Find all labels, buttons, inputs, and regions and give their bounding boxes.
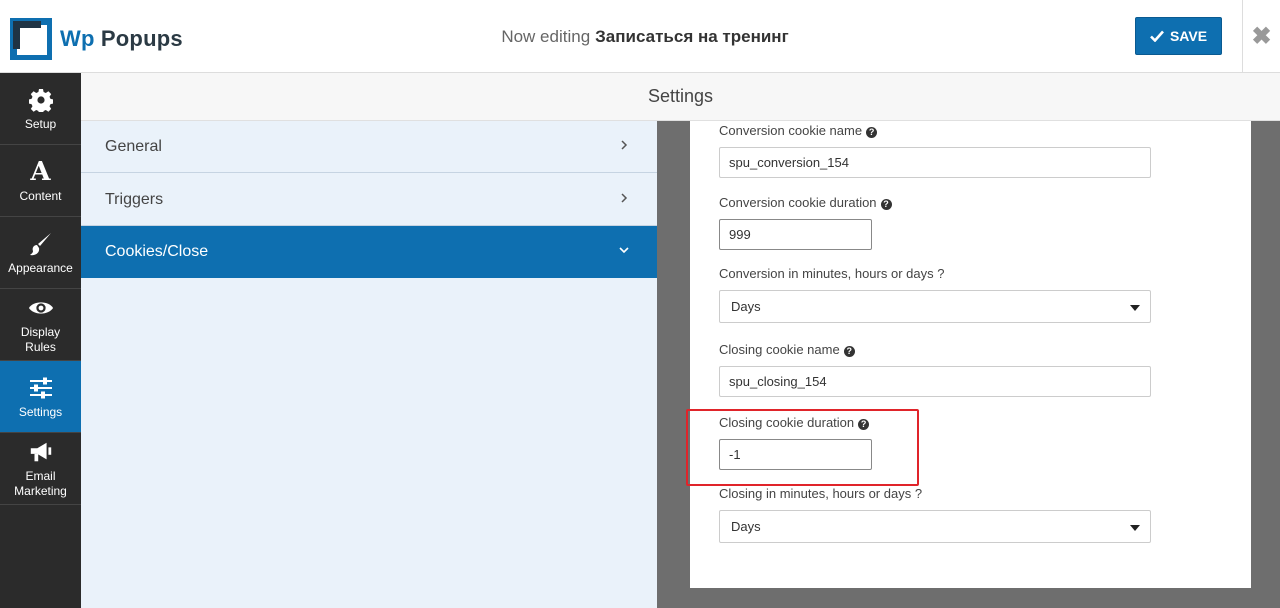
nav-label-settings: Settings <box>18 404 63 419</box>
closing-cookie-duration-label: Closing cookie duration? <box>719 415 870 430</box>
nav-label-display-rules: Display Rules <box>20 324 61 354</box>
closing-unit-value: Days <box>731 519 761 534</box>
conversion-unit-select[interactable]: Days <box>719 290 1151 323</box>
closing-cookie-name-input[interactable] <box>719 366 1151 397</box>
save-button-label: SAVE <box>1169 28 1208 44</box>
conversion-unit-label: Conversion in minutes, hours or days ? <box>719 266 945 281</box>
conversion-cookie-name-input[interactable] <box>719 147 1151 178</box>
popup-name: Записаться на тренинг <box>595 27 789 46</box>
section-cookies-close-label: Cookies/Close <box>105 242 209 260</box>
help-icon[interactable]: ? <box>843 346 855 357</box>
eye-icon <box>28 295 54 321</box>
nav-item-content[interactable]: A Content <box>0 145 81 217</box>
help-icon[interactable]: ? <box>880 199 892 210</box>
nav-label-setup: Setup <box>24 116 57 131</box>
section-triggers[interactable]: Triggers <box>81 174 657 226</box>
left-navigation: Setup A Content Appearance Display Rules… <box>0 73 81 608</box>
gear-icon <box>28 87 54 113</box>
chevron-right-icon <box>621 140 628 150</box>
top-bar: Wp Popups Now editing Записаться на трени… <box>0 0 1280 73</box>
paintbrush-icon <box>28 231 54 257</box>
close-icon: ✖ <box>1251 23 1272 50</box>
section-cookies-close[interactable]: Cookies/Close <box>81 226 657 278</box>
settings-title: Settings <box>647 86 714 106</box>
nav-item-settings[interactable]: Settings <box>0 361 81 433</box>
section-general[interactable]: General <box>81 121 657 173</box>
closing-cookie-duration-input[interactable] <box>719 439 872 470</box>
closing-cookie-name-label: Closing cookie name? <box>719 342 855 357</box>
nav-label-email-marketing: Email Marketing <box>14 468 67 498</box>
settings-section-list: General Triggers Cookies/Close <box>81 121 657 608</box>
settings-form-area: Conversion cookie name? Conversion cooki… <box>657 121 1280 608</box>
nav-item-appearance[interactable]: Appearance <box>0 217 81 289</box>
nav-label-content: Content <box>19 188 62 203</box>
nav-item-display-rules[interactable]: Display Rules <box>0 289 81 361</box>
save-button[interactable]: SAVE <box>1135 17 1222 55</box>
closing-unit-select[interactable]: Days <box>719 510 1151 543</box>
nav-item-email-marketing[interactable]: Email Marketing <box>0 433 81 505</box>
section-triggers-label: Triggers <box>105 190 164 208</box>
help-icon[interactable]: ? <box>866 127 878 138</box>
conversion-cookie-name-label: Conversion cookie name? <box>719 123 878 138</box>
megaphone-icon <box>28 439 54 465</box>
chevron-right-icon <box>621 193 628 203</box>
conversion-unit-value: Days <box>731 299 761 314</box>
caret-down-icon <box>1130 525 1140 531</box>
chevron-down-icon <box>619 247 629 254</box>
editing-prefix: Now editing <box>501 27 591 46</box>
closing-unit-label: Closing in minutes, hours or days ? <box>719 486 923 501</box>
settings-header: Settings <box>81 73 1280 121</box>
help-icon[interactable]: ? <box>858 419 870 430</box>
nav-item-setup[interactable]: Setup <box>0 73 81 145</box>
conversion-cookie-duration-label: Conversion cookie duration? <box>719 195 892 210</box>
section-general-label: General <box>105 137 162 155</box>
font-icon: A <box>30 156 51 187</box>
conversion-cookie-duration-input[interactable] <box>719 219 872 250</box>
cookies-close-panel: Conversion cookie name? Conversion cooki… <box>690 121 1251 588</box>
checkmark-icon <box>1150 30 1164 42</box>
nav-label-appearance: Appearance <box>8 260 73 275</box>
close-button[interactable]: ✖ <box>1242 0 1280 73</box>
editing-title: Now editing Записаться на тренинг <box>0 27 1280 47</box>
caret-down-icon <box>1130 305 1140 311</box>
sliders-icon <box>28 375 54 401</box>
